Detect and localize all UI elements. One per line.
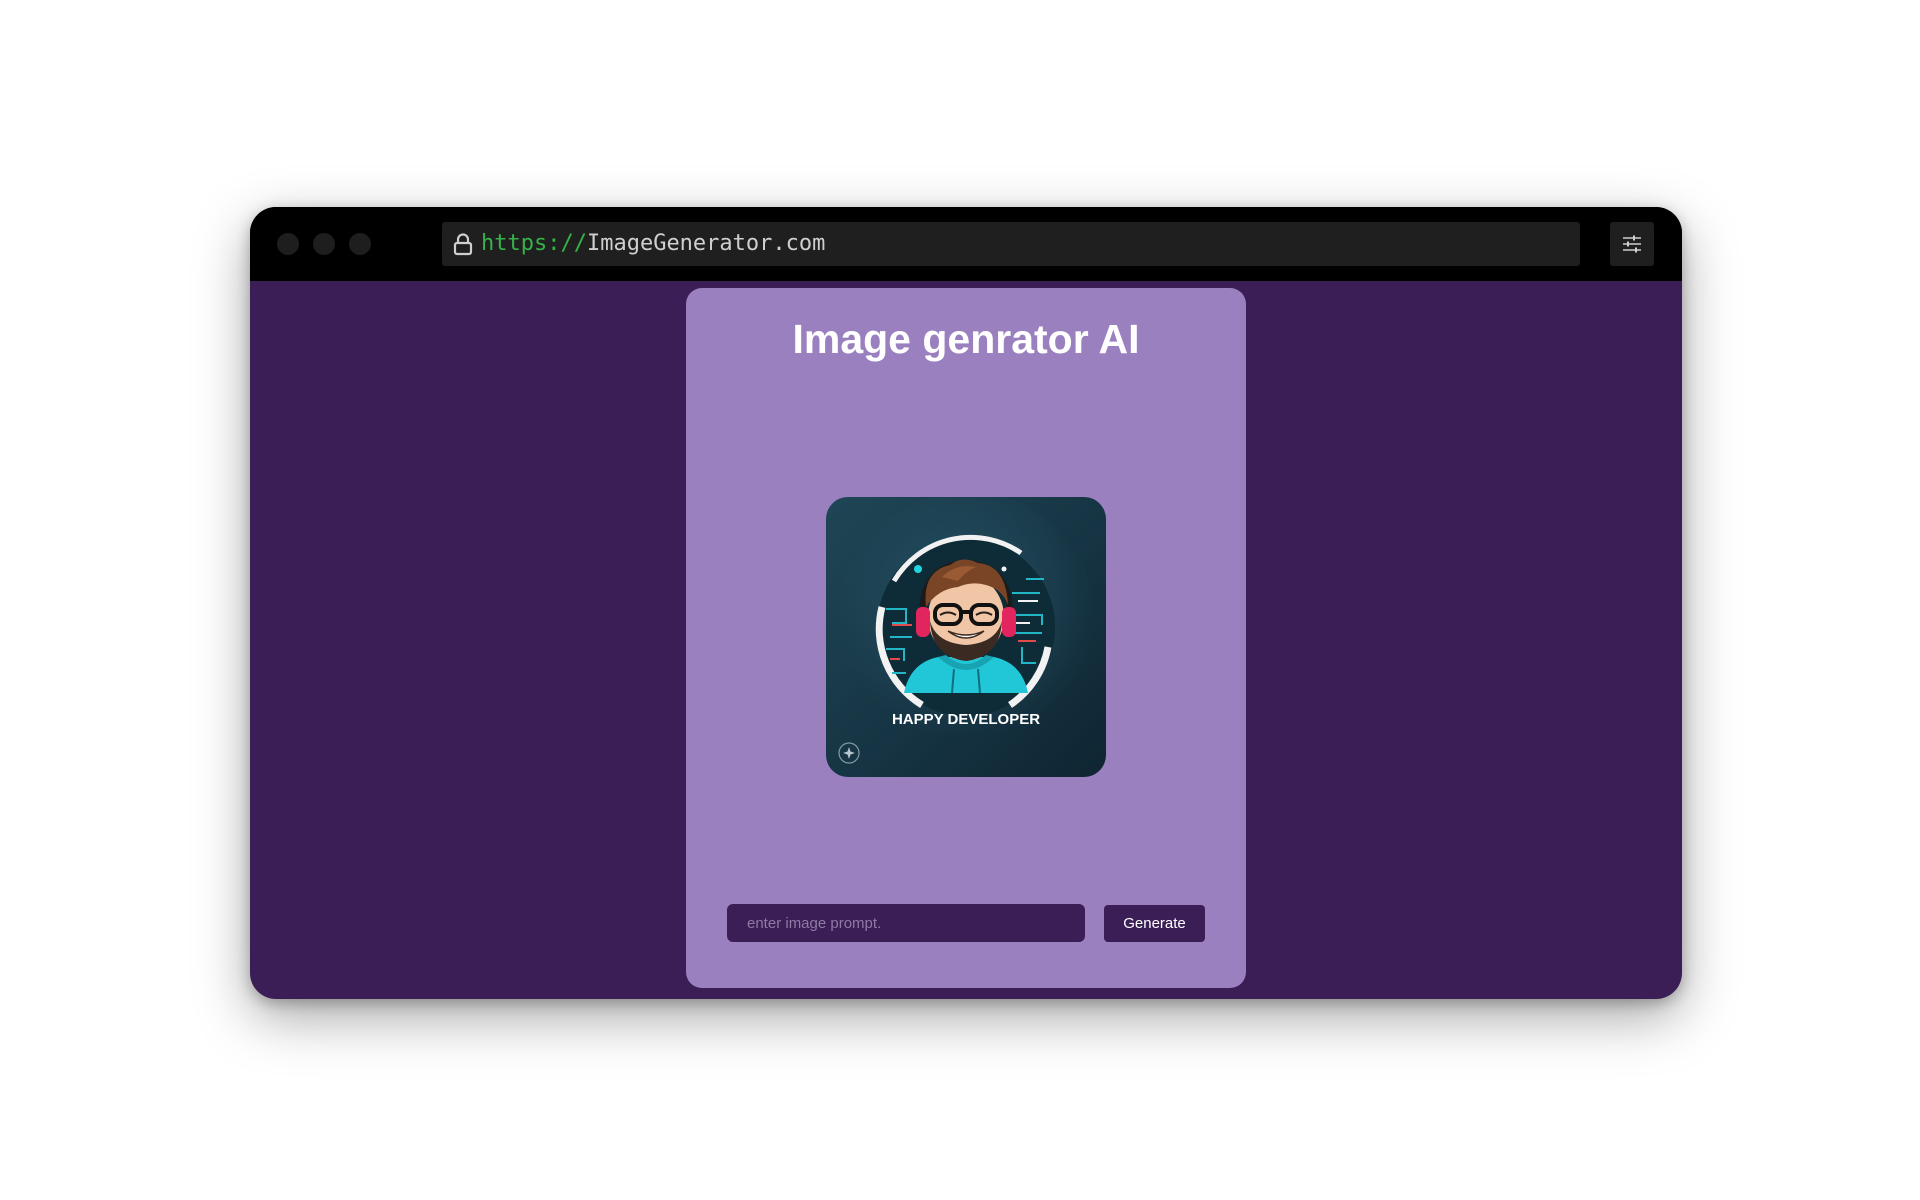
url-scheme: https:// [481,231,587,256]
url-host: ImageGenerator.com [586,231,826,256]
window-minimize-dot[interactable] [313,233,335,255]
image-caption: HAPPY DEVELOPER [892,711,1040,728]
window-close-dot[interactable] [277,233,299,255]
lock-icon [452,232,474,256]
generated-image: HAPPY DEVELOPER [826,497,1106,777]
generator-card: Image genrator AI HAPPY DEVELOPER enter … [686,288,1246,988]
settings-button[interactable] [1610,222,1654,266]
generate-button[interactable]: Generate [1104,905,1205,942]
address-bar[interactable]: https://ImageGenerator.com [442,222,1580,266]
url-text: https://ImageGenerator.com [481,231,825,257]
window-maximize-dot[interactable] [349,233,371,255]
sliders-icon [1623,235,1641,253]
browser-window: https://ImageGenerator.com Image genrato… [250,207,1682,999]
page-title: Image genrator AI [792,316,1140,362]
browser-topbar: https://ImageGenerator.com [250,207,1682,281]
prompt-input[interactable] [727,904,1085,942]
